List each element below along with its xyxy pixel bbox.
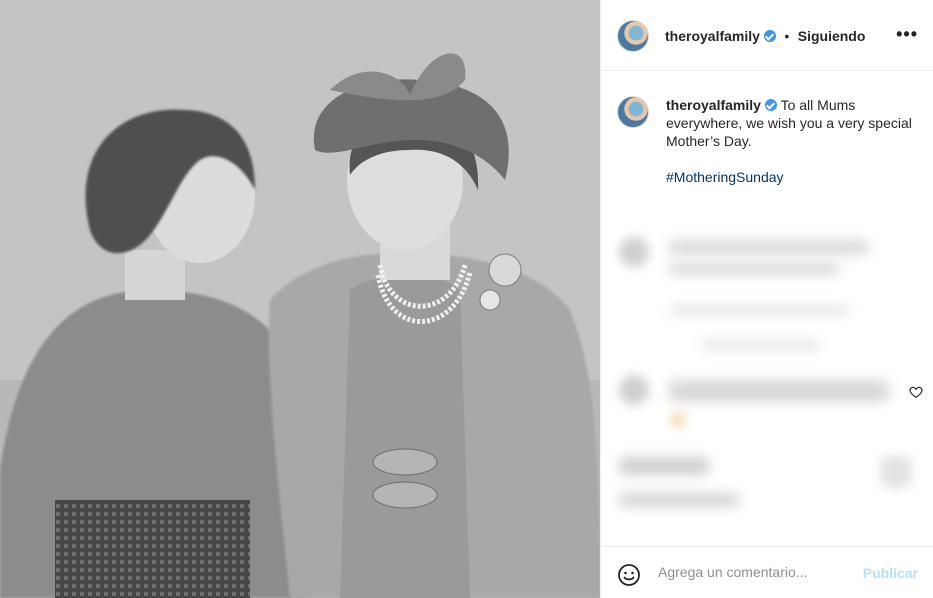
comment-bar: Publicar bbox=[601, 546, 933, 598]
post-details-panel: theroyalfamily • Siguiendo ••• theroyalf… bbox=[600, 0, 933, 598]
blurred-avatar bbox=[619, 375, 649, 405]
blurred-text bbox=[701, 340, 821, 350]
separator-dot: • bbox=[784, 28, 790, 44]
blurred-avatar bbox=[619, 237, 649, 267]
blurred-bookmark bbox=[881, 457, 911, 487]
blurred-actions bbox=[619, 457, 709, 475]
blurred-text bbox=[669, 263, 839, 275]
username-link[interactable]: theroyalfamily bbox=[665, 28, 760, 44]
more-options-icon[interactable]: ••• bbox=[896, 24, 918, 45]
blurred-comments bbox=[601, 195, 933, 535]
comment-input[interactable] bbox=[656, 563, 850, 581]
emoji-icon[interactable] bbox=[617, 563, 641, 587]
post-header: theroyalfamily • Siguiendo ••• bbox=[601, 0, 933, 71]
blurred-emoji bbox=[671, 413, 685, 427]
blurred-text bbox=[669, 305, 849, 315]
like-comment-heart-icon[interactable] bbox=[909, 385, 923, 399]
avatar[interactable] bbox=[617, 20, 649, 52]
verified-badge-icon bbox=[763, 30, 776, 42]
post-caption: theroyalfamily To all Mums everywhere, w… bbox=[666, 96, 926, 186]
blurred-likes bbox=[619, 493, 739, 507]
hashtag-link[interactable]: #MotheringSunday bbox=[666, 168, 926, 186]
blurred-text bbox=[669, 240, 869, 254]
caption-avatar[interactable] bbox=[617, 96, 649, 128]
following-button[interactable]: Siguiendo bbox=[798, 28, 866, 44]
publish-button[interactable]: Publicar bbox=[863, 565, 918, 581]
caption-username-link[interactable]: theroyalfamily bbox=[666, 97, 761, 113]
post-photo[interactable] bbox=[0, 0, 600, 598]
header-user: theroyalfamily • Siguiendo bbox=[665, 28, 865, 46]
blurred-text bbox=[669, 380, 889, 402]
verified-badge-icon bbox=[764, 99, 777, 111]
photo-illustration bbox=[0, 0, 600, 598]
